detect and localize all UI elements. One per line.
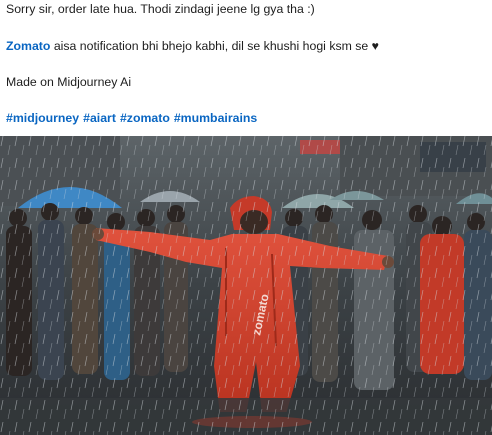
linkedin-post: Sorry sir, order late hua. Thodi zindagi… (0, 0, 492, 435)
post-line-notification: Zomato aisa notification bhi bhejo kabhi… (6, 38, 379, 54)
hashtag-midjourney[interactable]: #midjourney (6, 111, 79, 125)
post-image[interactable]: zomato (0, 136, 492, 435)
hashtag-row: #midjourney #aiart #zomato #mumbairains (6, 110, 261, 126)
mention-zomato[interactable]: Zomato (6, 39, 50, 53)
post-line-apology: Sorry sir, order late hua. Thodi zindagi… (6, 2, 315, 16)
hashtag-zomato[interactable]: #zomato (120, 111, 170, 125)
rain-scene-illustration: zomato (0, 136, 492, 435)
hashtag-aiart[interactable]: #aiart (83, 111, 116, 125)
hashtag-mumbairains[interactable]: #mumbairains (174, 111, 257, 125)
notification-text: aisa notification bhi bhejo kabhi, dil s… (50, 39, 379, 53)
rain-overlay (0, 136, 492, 435)
post-line-credit: Made on Midjourney Ai (6, 75, 132, 89)
